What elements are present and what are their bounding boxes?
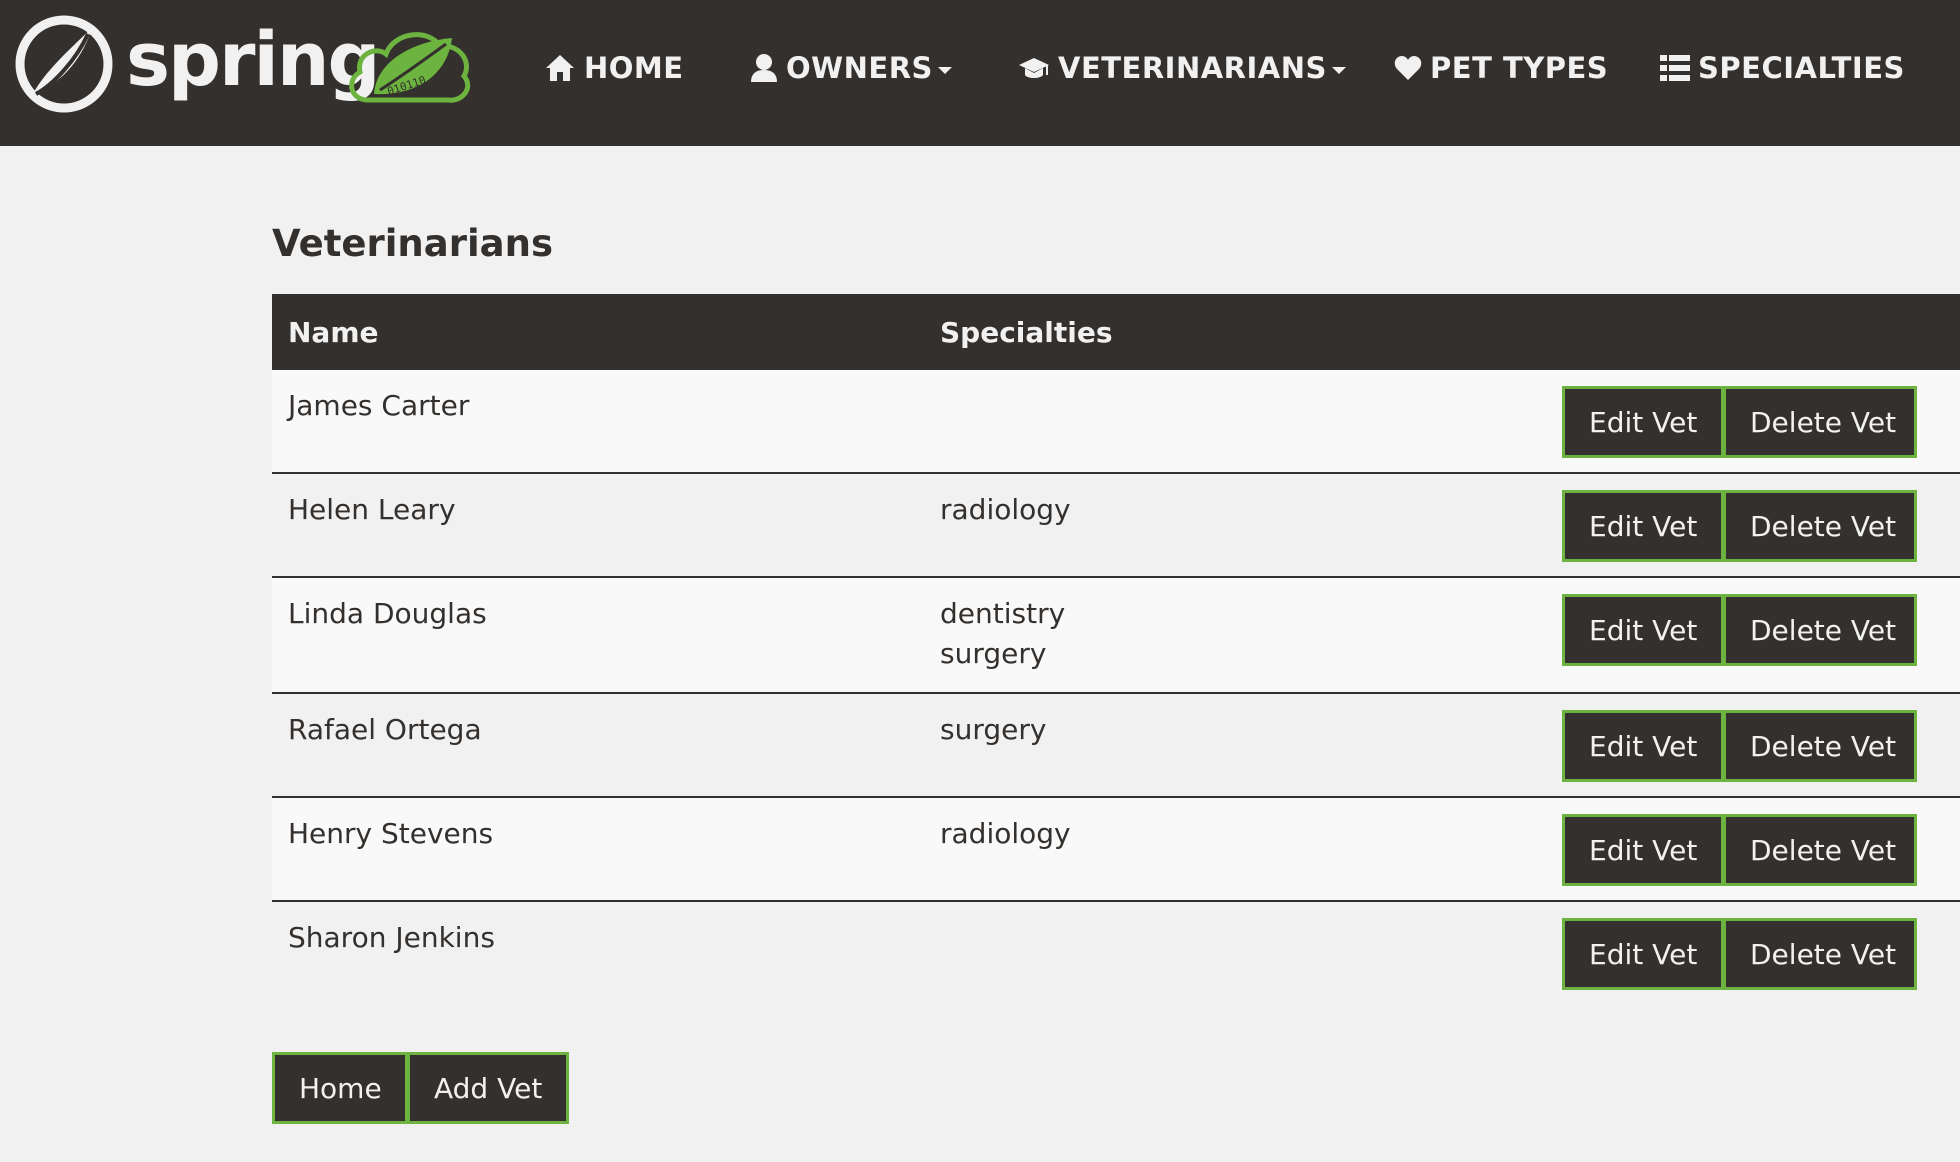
home-button[interactable]: Home (272, 1052, 408, 1124)
table-header-row: Name Specialties (272, 294, 1960, 370)
vet-specialties-cell (924, 901, 1416, 1004)
heart-icon (1394, 56, 1422, 80)
delete-vet-button[interactable]: Delete Vet (1723, 386, 1917, 458)
vet-actions-cell: Edit Vet Delete Vet (1416, 473, 1960, 578)
vet-action-buttons: Edit Vet Delete Vet (1562, 918, 1960, 990)
user-icon (751, 54, 777, 82)
brand-wordmark: spring (126, 17, 381, 103)
page-title: Veterinarians (272, 222, 553, 265)
cloud-leaf-icon: 010110 (349, 32, 471, 103)
delete-vet-button[interactable]: Delete Vet (1723, 814, 1917, 886)
vet-action-buttons: Edit Vet Delete Vet (1562, 594, 1960, 666)
table-row: Henry Stevens radiology Edit Vet Delete Vet (272, 797, 1960, 902)
nav-pet-types[interactable]: PET TYPES (1394, 44, 1608, 92)
table-row: Helen Leary radiology Edit Vet Delete Vet (272, 473, 1960, 578)
table-row: Rafael Ortega surgery Edit Vet Delete Vet (272, 693, 1960, 798)
nav-home-label: HOME (584, 51, 684, 85)
specialty-label: radiology (940, 493, 1071, 526)
specialty-label: surgery (940, 637, 1047, 670)
vet-name-cell: Helen Leary (272, 473, 924, 578)
add-vet-button[interactable]: Add Vet (407, 1052, 569, 1124)
vet-specialties-cell: surgery (924, 693, 1416, 798)
vet-name-cell: James Carter (272, 370, 924, 474)
vet-action-buttons: Edit Vet Delete Vet (1562, 386, 1960, 458)
delete-vet-button[interactable]: Delete Vet (1723, 490, 1917, 562)
specialty-label: dentistry (940, 597, 1066, 630)
edit-vet-button[interactable]: Edit Vet (1562, 710, 1724, 782)
nav-home[interactable]: HOME (544, 44, 684, 92)
vet-specialties-cell: dentistry surgery (924, 577, 1416, 694)
vet-action-buttons: Edit Vet Delete Vet (1562, 814, 1960, 886)
nav-specialties[interactable]: SPECIALTIES (1660, 44, 1905, 92)
delete-vet-button[interactable]: Delete Vet (1723, 918, 1917, 990)
home-icon (546, 55, 574, 81)
spring-logo[interactable]: spring 010110 (14, 14, 474, 114)
edit-vet-button[interactable]: Edit Vet (1562, 490, 1724, 562)
vet-specialties-cell (924, 370, 1416, 474)
veterinarians-table: Name Specialties James Carter Edit Vet Del… (272, 294, 1960, 1004)
vet-action-buttons: Edit Vet Delete Vet (1562, 710, 1960, 782)
table-body: James Carter Edit Vet Delete Vet Helen Lear… (272, 370, 1960, 1004)
vet-specialties-cell: radiology (924, 797, 1416, 902)
edit-vet-button[interactable]: Edit Vet (1562, 594, 1724, 666)
chevron-down-icon (1331, 66, 1346, 74)
delete-vet-button[interactable]: Delete Vet (1723, 594, 1917, 666)
table-row: Linda Douglas dentistry surgery Edit Vet Del… (272, 577, 1960, 694)
vet-name-cell: Sharon Jenkins (288, 921, 495, 954)
table-row: Sharon Jenkins Edit Vet Delete Vet (272, 901, 1960, 1004)
spring-leaf-logo-icon (15, 15, 113, 113)
vet-name-cell: Rafael Ortega (272, 693, 924, 798)
delete-vet-button[interactable]: Delete Vet (1723, 710, 1917, 782)
specialty-label: radiology (940, 817, 1071, 850)
vet-actions-cell: Edit Vet Delete Vet (1416, 577, 1960, 694)
chevron-down-icon (937, 66, 952, 74)
vet-name-cell: Henry Stevens (272, 797, 924, 902)
vet-actions-cell: Edit Vet Delete Vet (1416, 693, 1960, 798)
edit-vet-button[interactable]: Edit Vet (1562, 918, 1724, 990)
table-row: James Carter Edit Vet Delete Vet (272, 370, 1960, 474)
nav-veterinarians-label: VETERINARIANS (1058, 51, 1327, 85)
nav-pet-types-label: PET TYPES (1430, 51, 1609, 85)
vet-specialties-cell: radiology (924, 473, 1416, 578)
vet-actions-cell: Edit Vet Delete Vet (1416, 901, 1960, 1004)
vet-actions-cell: Edit Vet Delete Vet (1416, 797, 1960, 902)
nav-owners-label: OWNERS (786, 51, 933, 85)
column-header-name: Name (288, 315, 379, 349)
specialty-label: surgery (940, 713, 1047, 746)
edit-vet-button[interactable]: Edit Vet (1562, 386, 1724, 458)
column-header-actions (1416, 294, 1960, 370)
vet-action-buttons: Edit Vet Delete Vet (1562, 490, 1960, 562)
list-icon (1660, 55, 1690, 81)
vet-actions-cell: Edit Vet Delete Vet (1416, 370, 1960, 474)
footer-button-group: Home Add Vet (272, 1052, 569, 1124)
edit-vet-button[interactable]: Edit Vet (1562, 814, 1724, 886)
nav-owners[interactable]: OWNERS (750, 44, 952, 92)
vet-name-cell: Linda Douglas (272, 577, 924, 694)
nav-specialties-label: SPECIALTIES (1698, 51, 1905, 85)
top-navbar: spring 010110 HOME OWNERS VETERINARIANS (0, 0, 1960, 146)
graduation-cap-icon (1019, 58, 1049, 78)
column-header-specialties: Specialties (940, 315, 1113, 349)
nav-veterinarians[interactable]: VETERINARIANS (1018, 44, 1346, 92)
